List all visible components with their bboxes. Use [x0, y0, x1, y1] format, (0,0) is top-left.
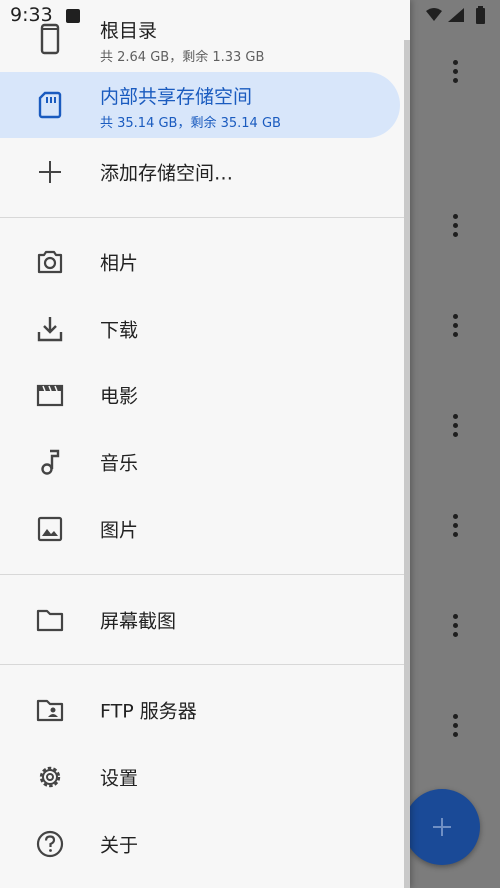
status-time: 9:33 — [10, 4, 53, 26]
drawer-item-label: 关于 — [100, 834, 139, 857]
more-options-icon — [447, 60, 463, 88]
drawer-item-subtitle: 共 2.64 GB，剩余 1.33 GB — [100, 50, 265, 65]
drawer-item-images[interactable]: 图片 — [0, 496, 400, 562]
plus-icon — [433, 818, 451, 836]
image-icon — [37, 516, 63, 542]
drawer-item-internal-storage[interactable]: 内部共享存储空间 共 35.14 GB，剩余 35.14 GB — [0, 72, 400, 138]
drawer-item-label: FTP 服务器 — [100, 700, 197, 723]
status-bar: 9:33 — [0, 0, 500, 34]
more-options-icon — [447, 614, 463, 642]
drawer-item-label: 设置 — [100, 767, 139, 790]
divider — [0, 217, 410, 218]
drawer-item-subtitle: 共 35.14 GB，剩余 35.14 GB — [100, 116, 281, 131]
drawer-item-music[interactable]: 音乐 — [0, 429, 400, 495]
help-icon — [36, 830, 64, 858]
drawer-item-downloads[interactable]: 下载 — [0, 296, 400, 362]
movie-icon — [36, 384, 64, 407]
wifi-icon — [426, 8, 442, 21]
drawer-item-screenshots[interactable]: 屏幕截图 — [0, 587, 400, 653]
music-icon — [41, 449, 60, 475]
drawer-item-settings[interactable]: 设置 — [0, 744, 400, 810]
more-options-icon — [447, 214, 463, 242]
drawer-item-label: 图片 — [100, 519, 139, 542]
drawer-item-add-storage[interactable]: 添加存储空间… — [0, 139, 400, 205]
drawer-item-title: 内部共享存储空间 — [100, 86, 253, 108]
drawer-item-photos[interactable]: 相片 — [0, 229, 400, 295]
camera-icon — [37, 250, 63, 274]
signal-icon — [448, 8, 464, 22]
more-options-icon — [447, 314, 463, 342]
ftp-folder-icon — [36, 699, 64, 722]
gear-icon — [39, 766, 61, 788]
drawer-item-label: 屏幕截图 — [100, 610, 177, 633]
drawer-item-movies[interactable]: 电影 — [0, 362, 400, 428]
more-options-icon — [447, 414, 463, 442]
drawer-item-label: 音乐 — [100, 452, 139, 475]
more-options-icon — [447, 514, 463, 542]
drawer-item-label: 下载 — [100, 319, 139, 342]
plus-icon — [39, 161, 61, 183]
battery-icon — [476, 8, 485, 24]
drawer-item-ftp-server[interactable]: FTP 服务器 — [0, 677, 400, 743]
download-icon — [37, 317, 63, 342]
notification-icon — [66, 9, 80, 23]
folder-icon — [36, 609, 64, 632]
drawer-item-label: 电影 — [100, 385, 139, 408]
drawer-scrollbar[interactable] — [404, 40, 410, 888]
divider — [0, 664, 410, 665]
divider — [0, 574, 410, 575]
drawer-item-about[interactable]: 关于 — [0, 811, 400, 877]
more-options-icon — [447, 714, 463, 742]
add-fab-button — [404, 789, 480, 865]
navigation-drawer: 根目录 共 2.64 GB，剩余 1.33 GB 内部共享存储空间 共 35.1… — [0, 0, 410, 888]
sd-card-icon — [38, 91, 62, 119]
drawer-item-label: 添加存储空间… — [100, 162, 234, 185]
drawer-item-label: 相片 — [100, 252, 139, 275]
system-status-icons — [426, 6, 485, 24]
